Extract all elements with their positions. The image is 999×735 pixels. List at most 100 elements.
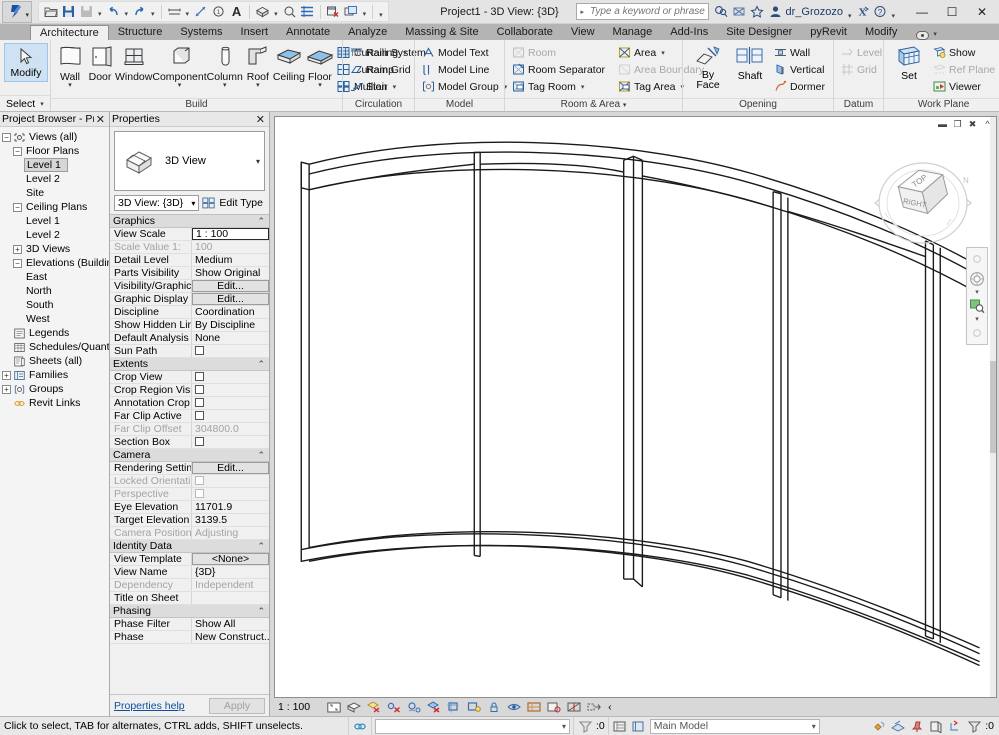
stair-button[interactable]: Stair ▾ <box>347 78 413 95</box>
qat-save-button[interactable] <box>60 3 77 21</box>
drag-elements-icon[interactable] <box>947 719 963 733</box>
view-minimize-button[interactable]: ▬ <box>936 118 949 130</box>
property-value[interactable]: Medium <box>192 254 269 266</box>
nav-bottom-handle[interactable] <box>968 324 986 342</box>
tree-item-ceilingplan-level-1[interactable]: Level 1 <box>2 214 109 228</box>
property-value[interactable]: Edit... <box>192 293 269 305</box>
tab-collaborate[interactable]: Collaborate <box>488 25 562 40</box>
tab-manage[interactable]: Manage <box>604 25 662 40</box>
exclude-options-icon[interactable] <box>577 719 593 733</box>
property-value[interactable]: Edit... <box>192 462 269 474</box>
tree-item-site[interactable]: Site <box>2 186 109 200</box>
tree-item-families[interactable]: + Families <box>2 368 109 382</box>
highlight-displacement-sets-icon[interactable] <box>586 700 602 714</box>
viewer-button[interactable]: Viewer <box>930 78 999 95</box>
tab-architecture[interactable]: Architecture <box>30 25 109 40</box>
qat-undo-button[interactable] <box>105 3 122 21</box>
zoom-caret-icon[interactable]: ▾ <box>975 317 979 322</box>
qat-default-3d-view-button[interactable] <box>254 3 271 21</box>
property-value[interactable]: 3139.5 <box>192 514 269 526</box>
account-menu[interactable]: dr_Grozozo <box>766 5 845 18</box>
tree-item-elevations[interactable]: − Elevations (Building <box>2 256 109 270</box>
tree-item-elevation-south[interactable]: South <box>2 298 109 312</box>
tree-item-3d-views[interactable]: + 3D Views <box>2 242 109 256</box>
properties-group-phasing[interactable]: Phasing ⌃ <box>110 605 269 618</box>
component-button[interactable]: Component ▾ <box>152 43 206 88</box>
shaft-button[interactable]: Shaft <box>729 43 771 82</box>
shadows-icon[interactable] <box>406 700 422 714</box>
zoom-region-icon[interactable] <box>968 297 986 315</box>
qat-customize-caret-icon[interactable]: ▾ <box>377 11 385 19</box>
search-input[interactable] <box>586 6 708 17</box>
property-value[interactable]: 11701.9 <box>192 501 269 513</box>
qat-undo-caret-icon[interactable]: ▾ <box>123 10 131 18</box>
ribbon-minimize-caret-icon[interactable]: ▾ <box>931 30 939 38</box>
room-area-panel-caret-icon[interactable]: ▾ <box>623 102 627 109</box>
window-button[interactable]: Window <box>115 43 152 83</box>
qat-close-hidden-windows-button[interactable] <box>325 3 342 21</box>
view-vertical-scrollbar[interactable] <box>990 117 996 697</box>
property-row-annotation-crop[interactable]: Annotation Crop <box>110 397 269 410</box>
property-value[interactable]: Coordination <box>192 306 269 318</box>
tree-item-legends[interactable]: Legends <box>2 326 109 340</box>
active-workset-caret-icon[interactable]: ▾ <box>812 722 819 731</box>
area-caret-icon[interactable]: ▾ <box>659 49 667 57</box>
model-group-button[interactable]: Model Group ▾ <box>419 78 513 95</box>
property-value[interactable]: None <box>192 332 269 344</box>
property-value[interactable]: Show Original <box>192 267 269 279</box>
scrollbar-thumb[interactable] <box>990 361 996 454</box>
subscription-center-icon[interactable] <box>730 3 748 21</box>
property-row-eye-elevation[interactable]: Eye Elevation 11701.9 <box>110 501 269 514</box>
status-select-link-cell[interactable] <box>348 717 371 735</box>
wall-opening-button[interactable]: Wall <box>771 44 829 61</box>
qat-3d-caret-icon[interactable]: ▾ <box>272 10 280 18</box>
active-workset-combo[interactable]: Main Model ▾ <box>650 719 820 734</box>
property-row-target-elevation[interactable]: Target Elevation 3139.5 <box>110 514 269 527</box>
qat-redo-button[interactable] <box>131 3 148 21</box>
view-window-3d[interactable]: ▬ ❐ ✖ ^ <box>274 116 997 698</box>
crop-view-icon[interactable] <box>446 700 462 714</box>
property-row-crop-region-visible[interactable]: Crop Region Visi... <box>110 384 269 397</box>
expander-icon[interactable]: + <box>2 371 11 380</box>
tag-room-caret-icon[interactable]: ▾ <box>579 83 587 91</box>
editing-request-icon[interactable] <box>631 719 647 733</box>
modify-button[interactable]: Modify <box>4 43 48 82</box>
show-analytical-model-icon[interactable] <box>566 700 582 714</box>
column-dropdown-caret-icon[interactable]: ▾ <box>223 83 227 88</box>
property-row-default-analysis[interactable]: Default Analysis ... None <box>110 332 269 345</box>
lock-3d-view-icon[interactable] <box>486 700 502 714</box>
exclude-options-cell[interactable]: :0 <box>573 717 608 735</box>
properties-group-camera[interactable]: Camera ⌃ <box>110 449 269 462</box>
select-underlay-icon[interactable] <box>890 719 906 733</box>
column-button[interactable]: Column ▾ <box>207 43 243 88</box>
view-control-more-caret[interactable]: ‹ <box>606 701 612 713</box>
qat-save-as-caret-icon[interactable]: ▾ <box>96 10 104 18</box>
annotation-crop-checkbox[interactable] <box>195 398 204 407</box>
select-panel-caret-icon[interactable]: ▾ <box>38 100 46 108</box>
property-row-far-clip-active[interactable]: Far Clip Active <box>110 410 269 423</box>
room-area-panel-title[interactable]: Room & Area ▾ <box>505 98 682 111</box>
help-icon[interactable]: ? <box>871 3 889 21</box>
wall-dropdown-caret-icon[interactable]: ▾ <box>68 83 72 88</box>
tree-item-groups[interactable]: + Groups <box>2 382 109 396</box>
qat-aligned-dimension-button[interactable] <box>192 3 209 21</box>
qat-redo-caret-icon[interactable]: ▾ <box>149 10 157 18</box>
tab-annotate[interactable]: Annotate <box>277 25 339 40</box>
property-value[interactable] <box>192 592 269 604</box>
tree-item-elevation-west[interactable]: West <box>2 312 109 326</box>
qat-measure-button[interactable] <box>166 3 183 21</box>
property-row-phase-filter[interactable]: Phase Filter Show All <box>110 618 269 631</box>
room-button[interactable]: Room <box>509 44 609 61</box>
property-row-crop-view[interactable]: Crop View <box>110 371 269 384</box>
project-browser-close-icon[interactable]: ✕ <box>94 113 107 126</box>
design-options-combo[interactable]: ▾ <box>375 719 570 734</box>
roof-button[interactable]: Roof ▾ <box>243 43 273 88</box>
door-button[interactable]: Door <box>85 43 115 83</box>
design-options-cell[interactable]: ▾ <box>371 717 573 735</box>
property-row-view-template[interactable]: View Template <None> <box>110 553 269 566</box>
tree-item-floor-plans[interactable]: − Floor Plans <box>2 144 109 158</box>
infocenter-search-box[interactable]: ▸ <box>576 3 709 20</box>
group-collapse-icon[interactable]: ⌃ <box>257 541 269 552</box>
property-row-parts-visibility[interactable]: Parts Visibility Show Original <box>110 267 269 280</box>
type-preview-caret-icon[interactable]: ▾ <box>256 157 260 166</box>
